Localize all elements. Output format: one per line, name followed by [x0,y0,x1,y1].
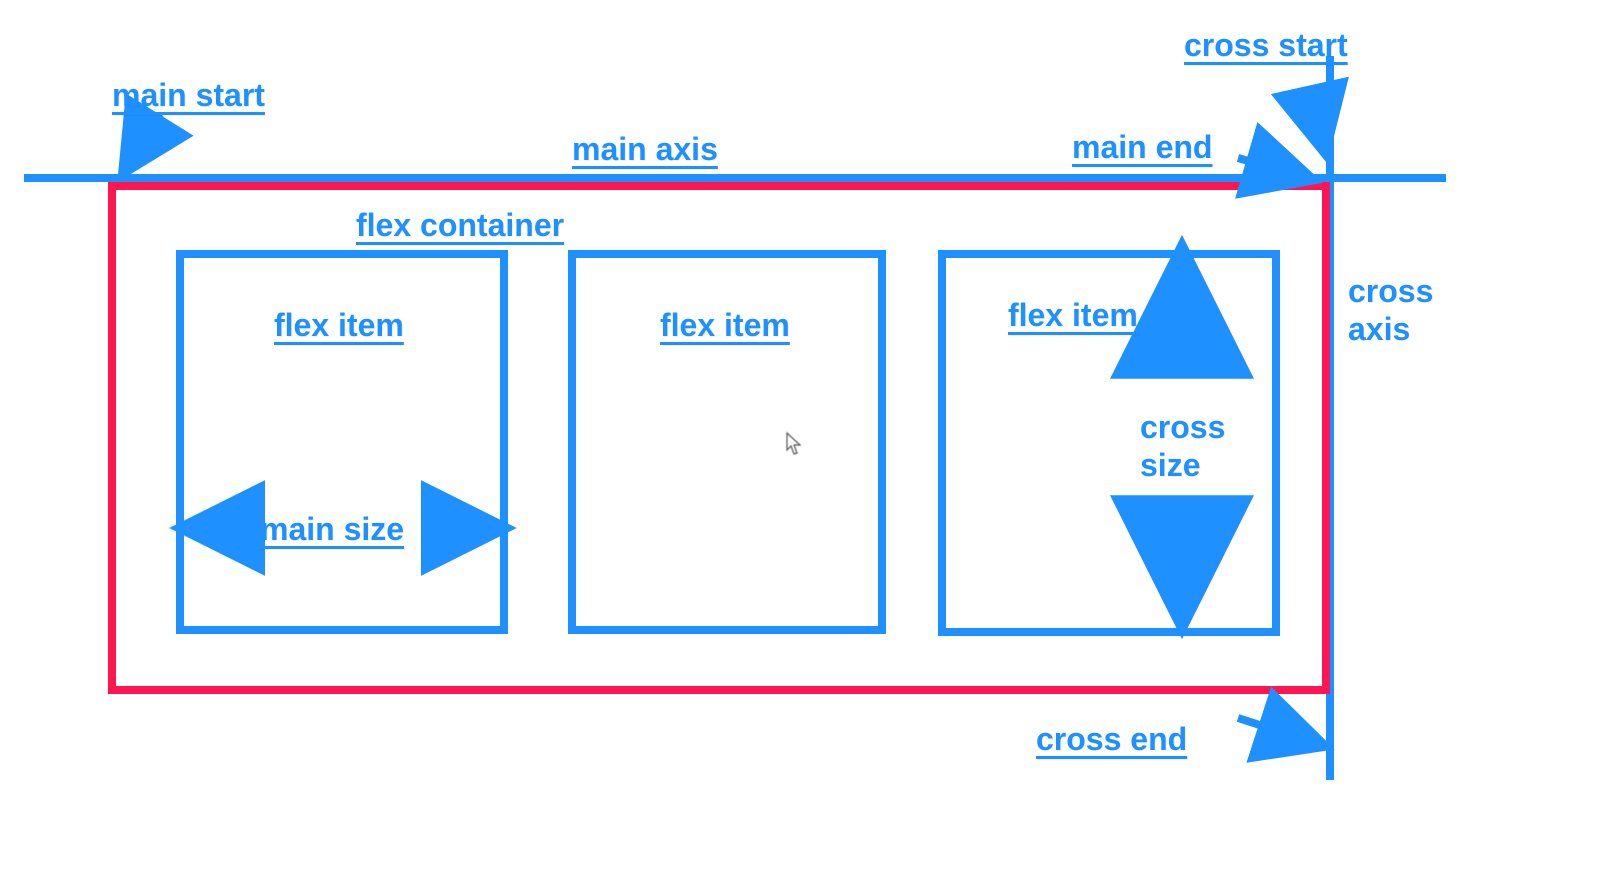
mouse-cursor-icon [786,432,802,456]
cross-start-label: cross start [1184,26,1348,64]
cross-end-arrow-icon [1238,718,1312,742]
cross-end-label: cross end [1036,720,1187,758]
flex-item-3-label: flex item [1008,296,1138,334]
main-axis-label: main axis [572,130,718,168]
main-start-label: main start [112,76,265,114]
cross-axis-label: cross axis [1348,272,1433,349]
cross-size-label: cross size [1140,408,1225,485]
diagram-svg [0,0,1606,890]
main-size-label: main size [260,510,404,548]
flex-container-label: flex container [356,206,564,244]
cross-start-arrow-icon [1310,86,1322,140]
flex-item-2-label: flex item [660,306,790,344]
main-end-label: main end [1072,128,1212,166]
flexbox-diagram-stage: main start main axis main end cross star… [0,0,1606,890]
main-end-arrow-icon [1238,158,1300,176]
flex-item-1-label: flex item [274,306,404,344]
main-start-arrow-icon [130,114,160,162]
